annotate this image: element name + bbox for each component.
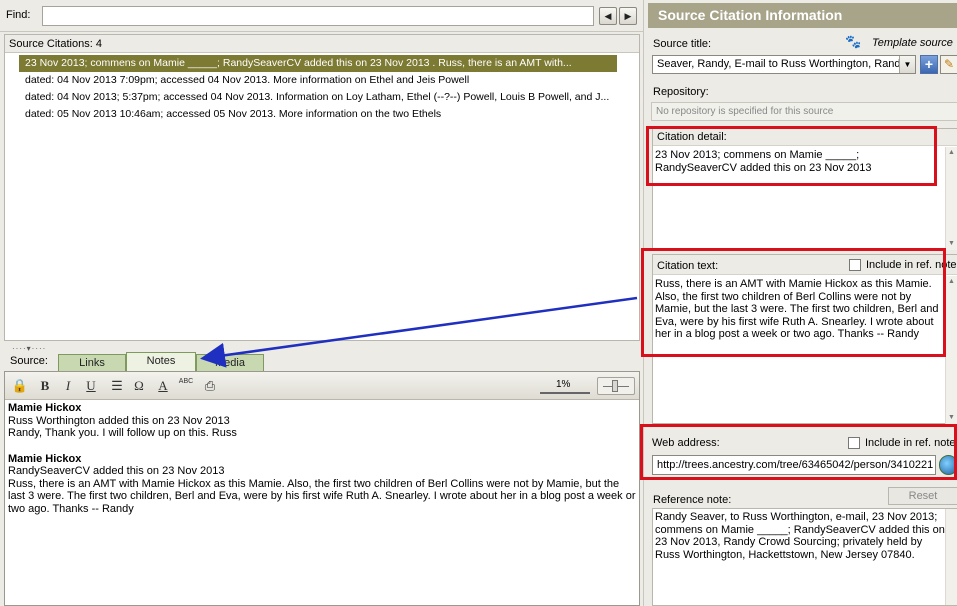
list-icon: ☰ [111,378,123,393]
tab-links[interactable]: Links [58,354,126,372]
triangle-left-icon: ◀ [604,11,612,21]
font-color-button[interactable]: A [154,377,172,395]
print-button[interactable]: ⎙ [201,377,219,395]
globe-icon[interactable] [939,455,957,475]
scroll-down-icon[interactable]: ▼ [946,238,957,250]
citation-row-selected[interactable]: 23 Nov 2013; commens on Mamie _____; Ran… [19,55,617,72]
scroll-down-icon[interactable]: ▼ [946,412,957,424]
web-address-input[interactable]: http://trees.ancestry.com/tree/63465042/… [652,455,936,475]
edit-source-button[interactable]: ✎ [940,55,957,74]
add-source-button[interactable]: + [920,55,938,74]
printer-icon: ⎙ [204,378,216,393]
citation-detail-scrollbar[interactable]: ▲ ▼ [945,147,957,250]
reference-note-box: Randy Seaver, to Russ Worthington, e-mai… [652,508,957,606]
symbol-button[interactable]: Ω [130,377,148,395]
zoom-track [540,392,590,394]
pencil-icon: ✎ [943,57,955,71]
find-label: Find: [6,9,31,21]
citation-text-panel: Citation text: Include in ref. note Russ… [652,254,957,424]
zoom-level: 1% [556,379,571,390]
underline-button[interactable]: U [82,377,100,395]
template-icon: 🐾 [845,34,862,49]
scroll-up-icon[interactable]: ▲ [946,147,957,159]
citation-text-scrollbar[interactable]: ▲ ▼ [945,276,957,424]
citation-text-content[interactable]: Russ, there is an AMT with Mamie Hickox … [655,278,945,341]
list-button[interactable]: ☰ [108,377,126,395]
note-meta: Russ Worthington added this on 23 Nov 20… [8,414,230,427]
citation-text-label: Citation text: [657,260,719,272]
source-title-label: Source title: [653,38,712,50]
citation-count: Source Citations: 4 [5,35,639,53]
italic-button[interactable]: I [59,377,77,395]
citation-list: 23 Nov 2013; commens on Mamie _____; Ran… [5,55,639,123]
notes-content[interactable]: Mamie Hickox Russ Worthington added this… [8,402,636,515]
source-title-value: Seaver, Randy, E-mail to Russ Worthingto… [657,58,907,70]
citation-detail-label: Citation detail: [653,129,957,146]
reference-note-text: Randy Seaver, to Russ Worthington, e-mai… [655,511,945,561]
tab-bar: Source: Links Notes Media [0,351,643,372]
note-meta: RandySeaverCV added this on 23 Nov 2013 [8,465,225,477]
source-citations-panel: Source Citations: 4 23 Nov 2013; commens… [4,34,640,341]
reference-note-label: Reference note: [653,494,732,506]
template-source-link[interactable]: Template source [872,37,953,49]
web-address-section: Web address: Include in ref. note http:/… [652,430,957,482]
pane-splitter[interactable]: ····▾···· [0,343,643,353]
web-include-in-ref-note-checkbox[interactable] [848,437,860,449]
citation-row[interactable]: dated: 04 Nov 2013; 5:37pm; accessed 04 … [5,89,639,106]
note-text: Russ, there is an AMT with Mamie Hickox … [8,477,636,515]
find-input[interactable] [42,6,594,26]
citation-row[interactable]: dated: 05 Nov 2013 10:46am; accessed 05 … [5,106,639,123]
note-text: Randy, Thank you. I will follow up on th… [8,427,237,439]
zoom-slider-knob[interactable] [612,380,618,392]
spellcheck-button[interactable]: ABC [177,377,195,395]
citation-detail-text[interactable]: 23 Nov 2013; commens on Mamie _____; Ran… [655,149,940,174]
notes-editor: 🔒 B I U ☰ Ω A ABC ⎙ 1% Mamie Hickox Russ… [4,371,640,606]
find-previous-button[interactable]: ◀ [599,7,617,25]
source-citation-info-pane: Source Citation Information Source title… [643,0,957,606]
chevron-down-icon[interactable]: ▼ [899,56,915,73]
include-in-ref-note-checkbox[interactable] [849,259,861,271]
lock-button[interactable]: 🔒 [11,377,29,395]
reset-button[interactable]: Reset [888,487,957,505]
bold-button[interactable]: B [36,377,54,395]
repository-label: Repository: [653,86,709,98]
triangle-right-icon: ▶ [624,11,632,21]
reference-note-scrollbar[interactable] [945,509,957,605]
web-address-label: Web address: [652,437,720,449]
repository-field: No repository is specified for this sour… [651,102,957,121]
tab-notes[interactable]: Notes [126,352,196,372]
source-label: Source: [10,355,48,367]
lock-icon: 🔒 [11,378,29,393]
zoom-slider[interactable] [597,377,635,395]
panel-header: Source Citation Information [648,3,957,28]
find-next-button[interactable]: ▶ [619,7,637,25]
note-title: Mamie Hickox [8,452,82,465]
plus-icon: + [924,56,934,72]
include-in-ref-note-label: Include in ref. note [866,259,957,271]
editor-toolbar: 🔒 B I U ☰ Ω A ABC ⎙ 1% [5,372,639,400]
citation-detail-panel: Citation detail: 23 Nov 2013; commens on… [652,128,957,250]
left-pane: Find: ◀ ▶ Source Citations: 4 23 Nov 201… [0,0,643,606]
note-title: Mamie Hickox [8,402,82,414]
citation-row[interactable]: dated: 04 Nov 2013 7:09pm; accessed 04 N… [5,72,639,89]
scroll-up-icon[interactable]: ▲ [946,276,957,288]
find-bar: Find: ◀ ▶ [0,0,643,32]
web-include-in-ref-note-label: Include in ref. note [865,437,956,449]
tab-media[interactable]: Media [196,354,264,372]
source-title-select[interactable]: Seaver, Randy, E-mail to Russ Worthingto… [652,55,916,74]
